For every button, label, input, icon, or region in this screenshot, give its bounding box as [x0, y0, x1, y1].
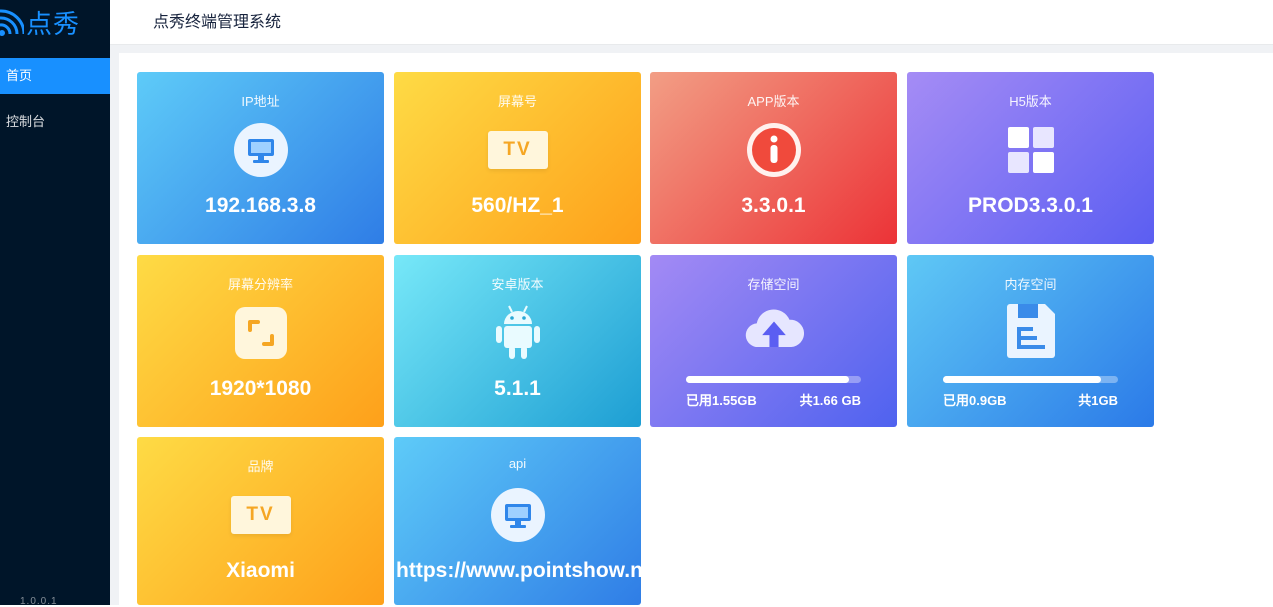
header: 点秀终端管理系统	[110, 0, 1273, 45]
card-label: 内存空间	[1004, 277, 1057, 292]
sidebar-item-console[interactable]: 控制台	[0, 104, 110, 140]
card-android: 安卓版本 5.1.1	[394, 255, 641, 427]
expand-icon	[231, 305, 291, 361]
sidebar-item-home[interactable]: 首页	[0, 58, 110, 94]
memory-used: 已用0.9GB	[943, 393, 1007, 408]
card-resolution: 屏幕分辨率 1920*1080	[137, 255, 384, 427]
ip-value: 192.168.3.8	[205, 194, 316, 217]
android-icon	[488, 305, 548, 361]
resolution-value: 1920*1080	[209, 377, 312, 400]
content-divider	[110, 45, 1273, 53]
card-app-version: APP版本 3.3.0.1	[650, 72, 897, 244]
monitor-icon	[488, 487, 548, 543]
memory-progress-fill	[943, 376, 1101, 383]
card-label: 品牌	[247, 459, 274, 474]
card-ip: IP地址 192.168.3.8	[137, 72, 384, 244]
logo[interactable]: 点秀	[0, 0, 110, 45]
memory-total: 共1GB	[1078, 393, 1118, 408]
storage-total: 共1.66 GB	[799, 393, 861, 408]
screen-no-value: 560/HZ_1	[471, 194, 564, 217]
version-label: 1.0.0.1	[20, 596, 58, 607]
brand-name: 点秀	[26, 10, 81, 40]
storage-progress-bar	[686, 376, 861, 383]
card-label: 安卓版本	[491, 277, 544, 292]
card-label: 屏幕分辨率	[227, 277, 293, 292]
h5-version-value: PROD3.3.0.1	[968, 194, 1093, 217]
api-value: https://www.pointshow.n	[396, 559, 641, 582]
card-label: 存储空间	[747, 277, 800, 292]
tv-icon: TV	[230, 487, 291, 543]
storage-progress-fill	[686, 376, 850, 383]
card-screen-no: 屏幕号 TV 560/HZ_1	[394, 72, 641, 244]
card-label: H5版本	[1009, 94, 1052, 109]
brand-value: Xiaomi	[226, 559, 295, 582]
card-h5-version: H5版本 PROD3.3.0.1	[907, 72, 1154, 244]
card-brand: 品牌 TV Xiaomi	[137, 437, 384, 605]
card-label: 屏幕号	[497, 94, 537, 109]
grid-icon	[1001, 122, 1061, 178]
tv-icon-text: TV	[246, 504, 275, 525]
sidebar-menu: 首页 控制台	[0, 58, 110, 150]
info-icon	[744, 122, 804, 178]
app-version-value: 3.3.0.1	[741, 194, 806, 217]
card-api: api https://www.pointshow.n	[394, 437, 641, 605]
page-title: 点秀终端管理系统	[153, 14, 282, 31]
tv-icon: TV	[487, 122, 548, 178]
card-label: IP地址	[241, 94, 280, 109]
android-version-value: 5.1.1	[494, 377, 541, 400]
memory-progress-bar	[943, 376, 1118, 383]
card-storage: 存储空间 已用1.55GB 共1.66 GB	[650, 255, 897, 427]
save-icon	[1001, 303, 1061, 359]
monitor-icon	[231, 122, 291, 178]
wifi-signal-icon	[0, 8, 24, 36]
card-memory: 内存空间 已用0.9GB 共1GB	[907, 255, 1154, 427]
tv-icon-text: TV	[503, 139, 532, 160]
card-label: APP版本	[747, 94, 800, 109]
card-label: api	[508, 456, 527, 471]
cloud-upload-icon	[744, 299, 804, 355]
content-left-gutter	[110, 45, 119, 605]
sidebar: 点秀 首页 控制台 1.0.0.1	[0, 0, 110, 607]
storage-used: 已用1.55GB	[686, 393, 757, 408]
